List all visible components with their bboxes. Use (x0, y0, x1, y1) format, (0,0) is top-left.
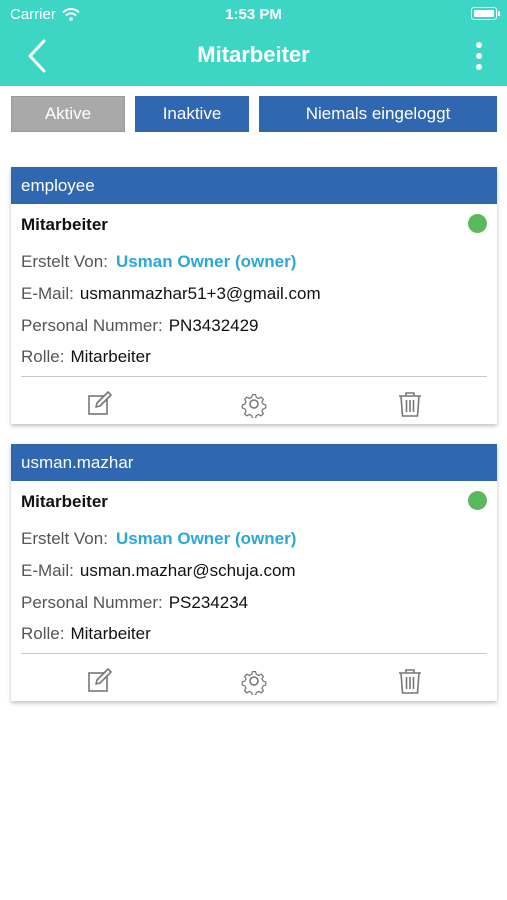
role-label: Rolle: (21, 624, 65, 643)
personal-number-row: Personal Nummer: PS234234 (21, 593, 248, 613)
role-value: Mitarbeiter (70, 624, 151, 643)
edit-icon[interactable] (85, 667, 113, 695)
personal-number-value: PS234234 (168, 593, 249, 612)
created-by-label: Erstelt Von: (21, 252, 108, 271)
employee-username: employee (11, 167, 497, 204)
created-by-link[interactable]: Usman Owner (owner) (116, 529, 296, 548)
role-row: Rolle: Mitarbeiter (21, 624, 151, 644)
email-label: E-Mail: (21, 561, 74, 580)
page-title: Mitarbeiter (197, 42, 310, 67)
status-time: 1:53 PM (225, 6, 282, 23)
filter-inactive-button[interactable]: Inaktive (135, 96, 249, 132)
created-by-label: Erstelt Von: (21, 529, 108, 548)
email-label: E-Mail: (21, 284, 74, 303)
role-label: Rolle: (21, 347, 65, 366)
card-actions (11, 667, 497, 695)
card-actions (11, 390, 497, 418)
battery-icon (471, 7, 500, 20)
email-value: usmanmazhar51+3@gmail.com (79, 284, 321, 303)
filter-never-logged-in-button[interactable]: Niemals eingeloggt (259, 96, 497, 132)
employee-card-body: Mitarbeiter Erstelt Von: Usman Owner (own… (11, 204, 497, 424)
app-header: Carrier 1:53 PM Mitarbeiter (0, 0, 507, 86)
created-by-link[interactable]: Usman Owner (owner) (116, 252, 296, 271)
trash-icon[interactable] (396, 667, 424, 695)
email-row: E-Mail: usmanmazhar51+3@gmail.com (21, 284, 321, 304)
status-online-indicator (468, 491, 487, 510)
employee-card-body: Mitarbeiter Erstelt Von: Usman Owner (own… (11, 481, 497, 701)
personal-number-value: PN3432429 (168, 316, 259, 335)
created-by-row: Erstelt Von: Usman Owner (owner) (21, 252, 296, 272)
divider (21, 653, 487, 654)
email-row: E-Mail: usman.mazhar@schuja.com (21, 561, 296, 581)
settings-gear-icon[interactable] (240, 667, 268, 695)
employee-card: usman.mazhar Mitarbeiter Erstelt Von: Usm… (11, 444, 497, 701)
role-row: Rolle: Mitarbeiter (21, 347, 151, 367)
personal-number-label: Personal Nummer: (21, 316, 163, 335)
filter-bar: Aktive Inaktive Niemals eingeloggt (0, 96, 507, 132)
status-bar: Carrier 1:53 PM (0, 0, 507, 28)
filter-active-button[interactable]: Aktive (11, 96, 125, 132)
email-value: usman.mazhar@schuja.com (79, 561, 296, 580)
more-vertical-icon[interactable] (471, 40, 487, 72)
nav-bar: Mitarbeiter (0, 28, 507, 86)
employee-card: employee Mitarbeiter Erstelt Von: Usman O… (11, 167, 497, 424)
created-by-row: Erstelt Von: Usman Owner (owner) (21, 529, 296, 549)
divider (21, 376, 487, 377)
employee-title: Mitarbeiter (21, 492, 108, 511)
edit-icon[interactable] (85, 390, 113, 418)
settings-gear-icon[interactable] (240, 390, 268, 418)
personal-number-label: Personal Nummer: (21, 593, 163, 612)
trash-icon[interactable] (396, 390, 424, 418)
role-value: Mitarbeiter (70, 347, 151, 366)
status-online-indicator (468, 214, 487, 233)
employee-title: Mitarbeiter (21, 215, 108, 234)
employee-username: usman.mazhar (11, 444, 497, 481)
personal-number-row: Personal Nummer: PN3432429 (21, 316, 259, 336)
